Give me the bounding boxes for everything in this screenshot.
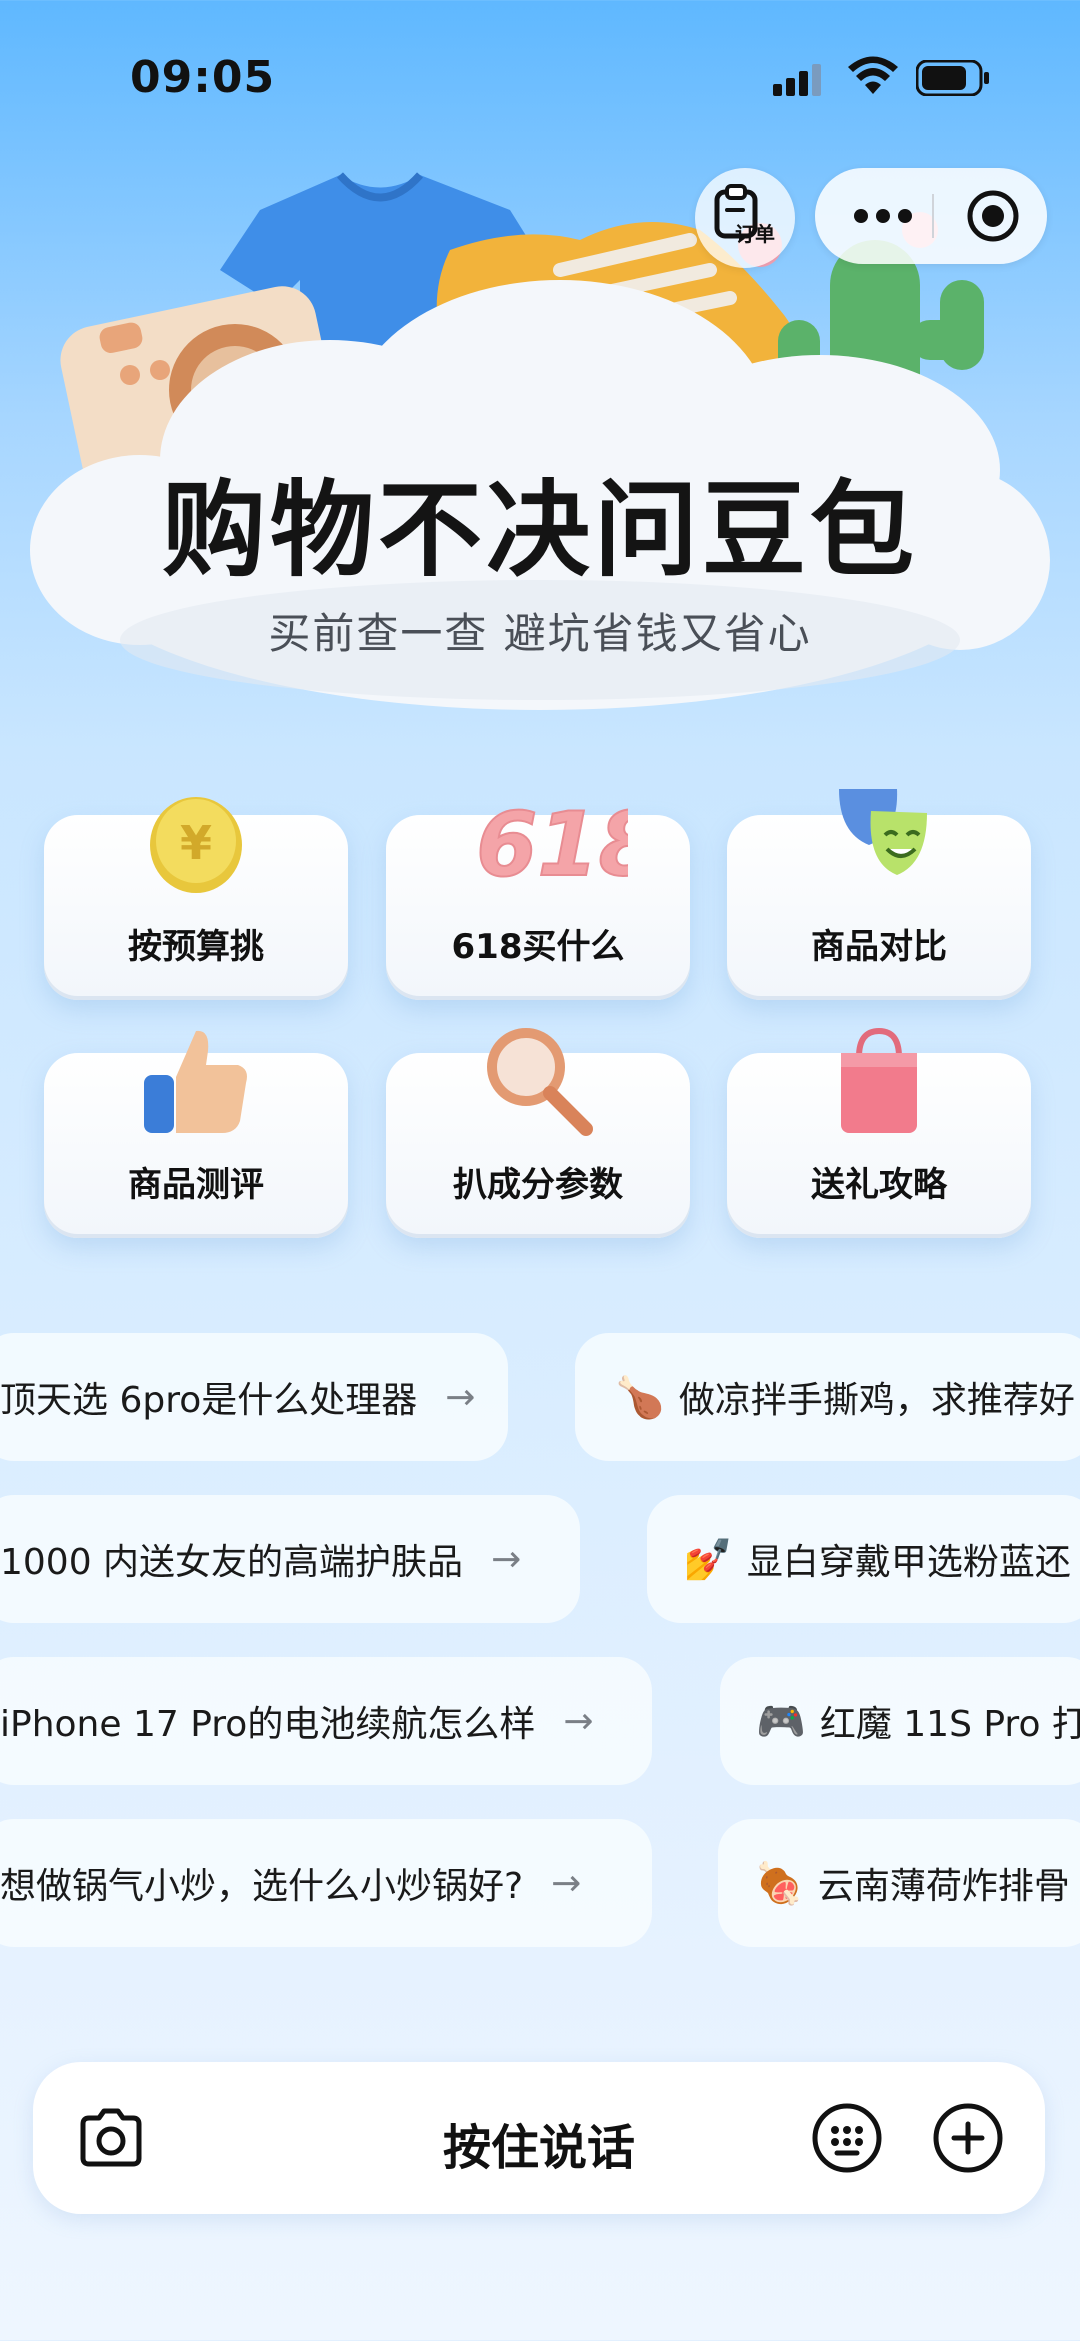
battery-icon [916,60,989,96]
suggestion-text: 做凉拌手撕鸡，求推荐好 [678,1380,1075,1421]
suggestion-chip[interactable]: 🎮 红魔 11S Pro 打 [720,1657,1080,1785]
game-controller-icon: 🎮 [756,1698,806,1745]
masks-icon [839,789,927,875]
status-bar: 09:05 [0,0,1080,150]
suggestion-text: 显白穿戴甲选粉蓝还 [746,1542,1071,1583]
orders-button[interactable]: 订单 [695,168,795,268]
suggestion-chip[interactable]: 🍗 做凉拌手撕鸡，求推荐好 [575,1333,1080,1461]
hold-to-talk-button[interactable]: 按住说话 [33,2108,1045,2178]
svg-text:618: 618 [476,793,628,896]
feature-label: 按预算挑 [128,927,264,967]
suggestion-text: iPhone 17 Pro的电池续航怎么样 [0,1704,536,1745]
yen-coin-icon: ¥ [150,797,242,893]
feature-label: 送礼攻略 [811,1165,947,1205]
feature-card-gift[interactable]: 送礼攻略 [727,1027,1031,1238]
feature-card-618[interactable]: 618 618买什么 [386,792,690,1000]
cellular-signal-icon [773,64,821,96]
magnifier-icon [487,1028,593,1136]
drumstick-icon: 🍗 [615,1374,665,1421]
meat-on-bone-icon: 🍖 [754,1860,804,1907]
capsule-divider [932,194,934,238]
more-icon[interactable] [853,206,913,226]
feature-card-ingredients[interactable]: 扒成分参数 [386,1028,690,1238]
suggestion-text: 云南薄荷炸排骨 [817,1866,1070,1907]
arrow-right-icon: → [563,1700,594,1742]
suggestion-text: 想做锅气小炒，选什么小炒锅好? [0,1866,524,1907]
orders-label: 订单 [735,222,775,246]
suggestion-chip[interactable]: 顶天选 6pro是什么处理器 → [0,1333,508,1461]
feature-label: 618买什么 [451,927,625,967]
wifi-icon [848,56,898,94]
suggestion-chip[interactable]: 想做锅气小炒，选什么小炒锅好? → [0,1819,652,1947]
618-badge-icon: 618 [475,792,628,897]
voice-input-bar: 按住说话 [33,2062,1045,2214]
plus-icon[interactable] [932,2102,1004,2174]
suggestion-chip[interactable]: iPhone 17 Pro的电池续航怎么样 → [0,1657,652,1785]
feature-card-budget[interactable]: ¥ 按预算挑 [44,797,348,1000]
feature-card-compare[interactable]: 商品对比 [727,789,1031,1000]
suggestion-text: 1000 内送女友的高端护肤品 [0,1542,464,1583]
suggestion-chip[interactable]: 1000 内送女友的高端护肤品 → [0,1495,580,1623]
page-subtitle: 买前查一查 避坑省钱又省心 [268,609,812,658]
feature-label: 商品对比 [811,927,947,967]
feature-card-review[interactable]: 商品测评 [44,1030,348,1238]
keyboard-icon[interactable] [811,2102,883,2174]
gift-bag-icon [841,1027,917,1133]
arrow-right-icon: → [445,1376,476,1418]
mini-program-capsule [815,168,1047,264]
suggestion-chip[interactable]: 🍖 云南薄荷炸排骨 [718,1819,1080,1947]
nail-polish-icon: 💅 [683,1536,733,1583]
svg-text:¥: ¥ [180,816,212,870]
suggestion-text: 红魔 11S Pro 打 [819,1704,1080,1745]
arrow-right-icon: → [491,1538,522,1580]
thumbs-up-icon [144,1030,247,1133]
suggestion-text: 顶天选 6pro是什么处理器 [0,1380,418,1421]
status-time: 09:05 [130,52,276,103]
suggestion-chip[interactable]: 💅 显白穿戴甲选粉蓝还 [647,1495,1080,1623]
page-title: 购物不决问豆包 [161,469,918,591]
feature-label: 商品测评 [128,1165,264,1205]
arrow-right-icon: → [551,1862,582,1904]
close-miniprogram-icon[interactable] [965,188,1021,244]
feature-label: 扒成分参数 [453,1165,623,1205]
